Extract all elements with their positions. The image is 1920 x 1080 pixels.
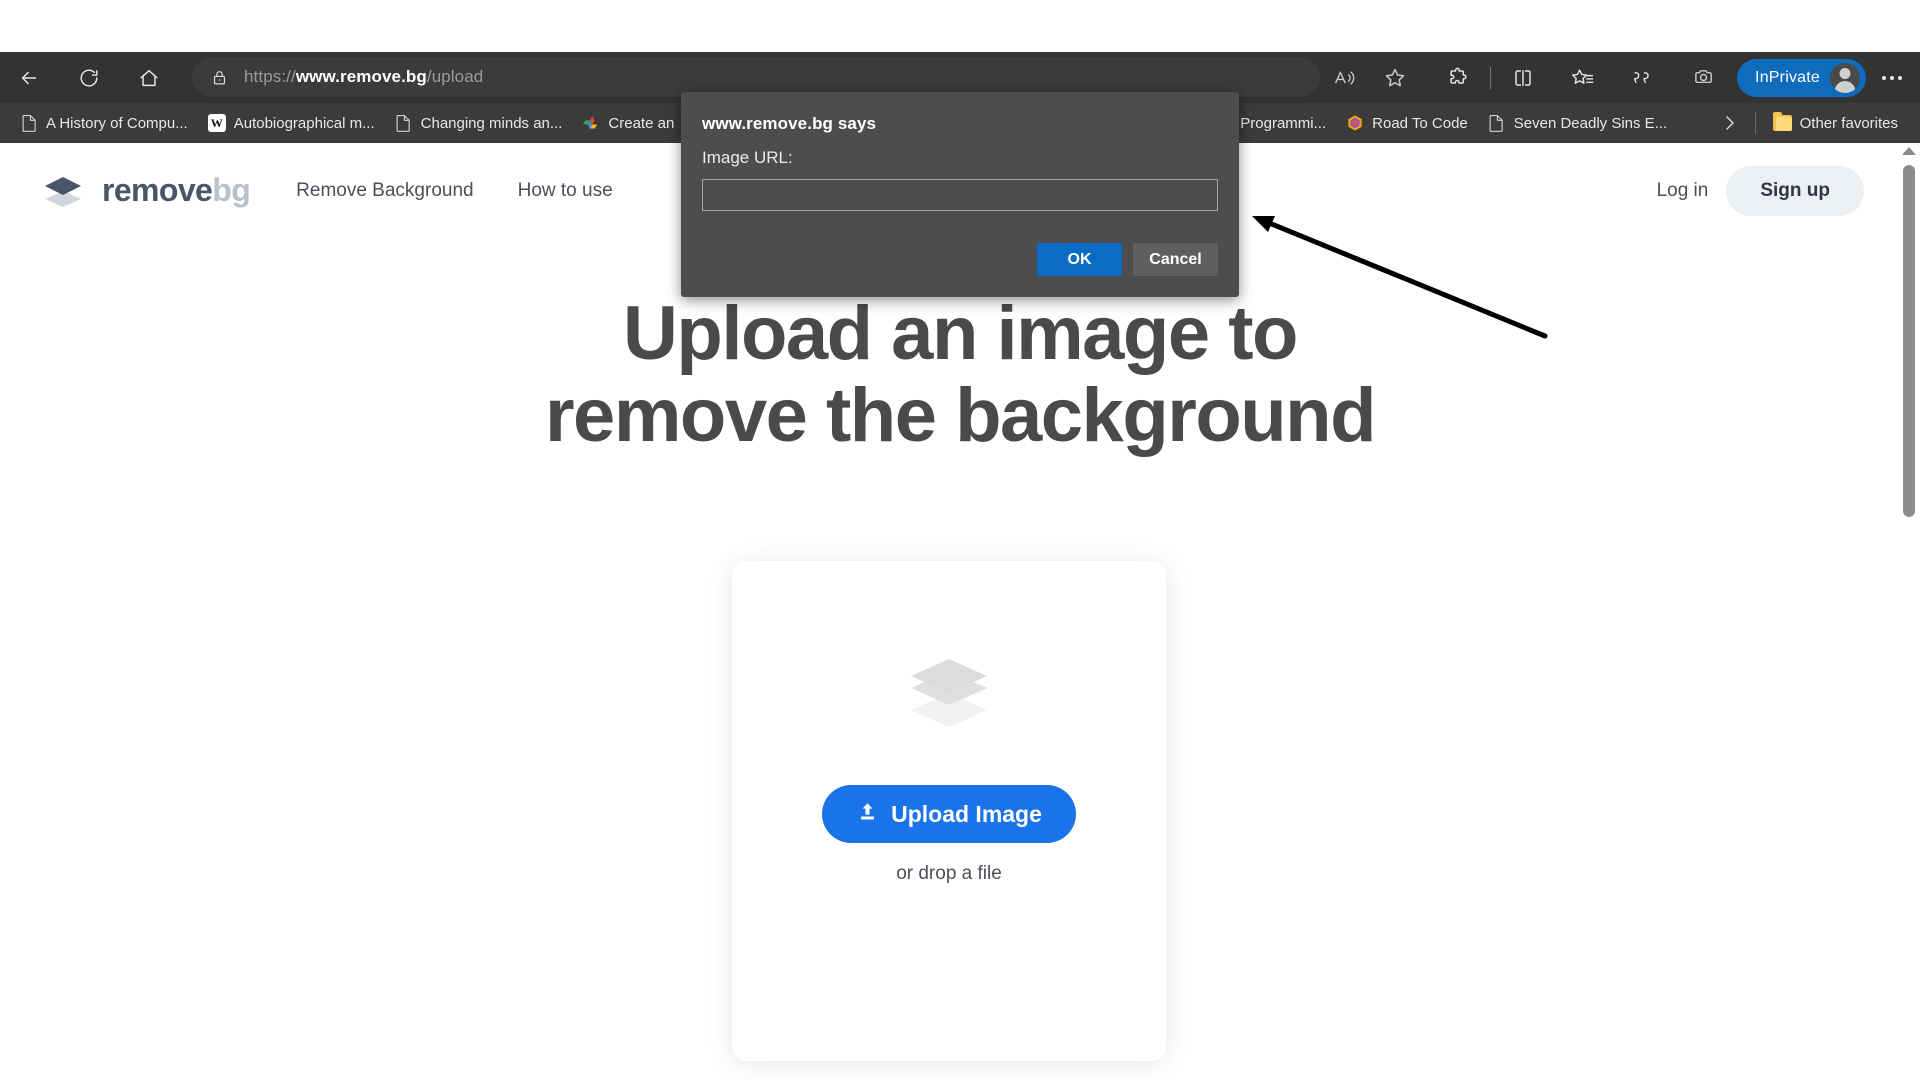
bookmarks-separator (1754, 112, 1756, 134)
page-scrollbar[interactable] (1898, 143, 1920, 1080)
bookmarks-overflow-group: Other favorites (1713, 106, 1920, 140)
page-title: Upload an image to remove the background (0, 291, 1920, 459)
bookmark-item[interactable]: Seven Deadly Sins E... (1478, 110, 1677, 136)
page-icon (395, 114, 413, 132)
hero-line-1: Upload an image to (623, 291, 1298, 376)
hero-section: Upload an image to remove the background (0, 291, 1920, 459)
site-logo-text: removebg (102, 172, 251, 208)
dialog-ok-button[interactable]: OK (1037, 243, 1122, 276)
screenshot-icon[interactable] (1684, 58, 1724, 98)
more-ellipsis-icon[interactable] (1870, 58, 1914, 98)
upload-arrow-icon (856, 800, 879, 829)
other-favorites-button[interactable]: Other favorites (1764, 110, 1908, 136)
site-logo[interactable]: removebg (40, 168, 251, 214)
google-cloud-icon (582, 114, 600, 132)
folder-icon (1773, 112, 1793, 132)
image-url-input[interactable] (702, 179, 1218, 211)
extensions-puzzle-icon[interactable] (1438, 58, 1478, 98)
google-cloud-glyph (583, 116, 598, 129)
bookmark-item[interactable]: A History of Compu... (10, 110, 198, 136)
other-favorites-label: Other favorites (1799, 114, 1898, 132)
hexagon-glyph (1348, 115, 1362, 131)
bookmark-item[interactable]: Changing minds an... (385, 110, 573, 136)
back-button[interactable] (8, 57, 50, 99)
bookmark-label: Road To Code (1372, 114, 1468, 132)
login-link[interactable]: Log in (1657, 180, 1709, 202)
hero-line-2: remove the background (544, 373, 1377, 459)
address-bar-url: https://www.remove.bg/upload (244, 67, 484, 86)
bookmark-label: Autobiographical m... (233, 114, 375, 132)
bookmark-label: Seven Deadly Sins E... (1513, 114, 1668, 132)
collections-icon[interactable] (1623, 58, 1663, 98)
bookmark-label: Programmi... (1240, 114, 1327, 132)
address-bar[interactable]: https://www.remove.bg/upload (192, 57, 1320, 97)
home-icon (140, 69, 158, 86)
home-button[interactable] (128, 57, 170, 99)
dialog-title: www.remove.bg says (702, 114, 877, 133)
layers-diamond-icon (902, 657, 996, 729)
favorite-star-icon[interactable] (1375, 58, 1415, 98)
page-scroll-thumb[interactable] (1903, 165, 1915, 517)
bookmark-item[interactable]: Create an (572, 110, 684, 136)
favorites-list-icon[interactable] (1562, 58, 1602, 98)
upload-image-label: Upload Image (891, 800, 1042, 827)
site-nav: Remove Background How to use (296, 180, 612, 202)
lock-icon (208, 66, 230, 88)
scroll-up-arrow-icon[interactable] (1902, 147, 1916, 155)
chevron-right-icon[interactable] (1713, 106, 1747, 140)
upload-card[interactable]: Upload Image or drop a file (732, 561, 1166, 1061)
dialog-buttons: OK Cancel (1037, 243, 1218, 276)
toolbar-right-group: InPrivate (1320, 52, 1920, 103)
bookmark-label: Changing minds an... (420, 114, 563, 132)
person-avatar-icon (1830, 62, 1860, 93)
inprivate-label: InPrivate (1755, 68, 1820, 86)
reload-icon (80, 69, 98, 86)
layers-diamond-icon (40, 168, 86, 214)
hexagon-icon (1346, 114, 1364, 132)
read-aloud-icon[interactable] (1325, 58, 1365, 98)
toolbar-separator (1490, 66, 1492, 89)
nav-item-remove-background[interactable]: Remove Background (296, 180, 473, 202)
tab-strip-area (0, 0, 1920, 52)
bookmark-label: Create an (608, 114, 675, 132)
bookmark-item[interactable]: Road To Code (1336, 110, 1478, 136)
nav-item-how-to-use[interactable]: How to use (518, 180, 613, 202)
arrow-left-icon (21, 71, 37, 84)
upload-image-button[interactable]: Upload Image (822, 785, 1076, 843)
signup-button[interactable]: Sign up (1726, 165, 1864, 216)
dialog-label: Image URL: (702, 148, 793, 167)
page-icon (1488, 114, 1506, 132)
auth-group: Log in Sign up (1657, 165, 1864, 216)
reload-button[interactable] (68, 57, 110, 99)
bookmark-item[interactable]: W Autobiographical m... (198, 110, 385, 136)
page-icon (20, 114, 38, 132)
javascript-prompt-dialog: www.remove.bg says Image URL: OK Cancel (681, 92, 1239, 297)
inprivate-profile-button[interactable]: InPrivate (1737, 58, 1866, 97)
bookmark-label: A History of Compu... (46, 114, 188, 132)
wikipedia-icon: W (207, 114, 226, 132)
split-screen-icon[interactable] (1503, 58, 1543, 98)
dialog-cancel-button[interactable]: Cancel (1133, 243, 1218, 276)
drop-file-text: or drop a file (896, 863, 1002, 884)
